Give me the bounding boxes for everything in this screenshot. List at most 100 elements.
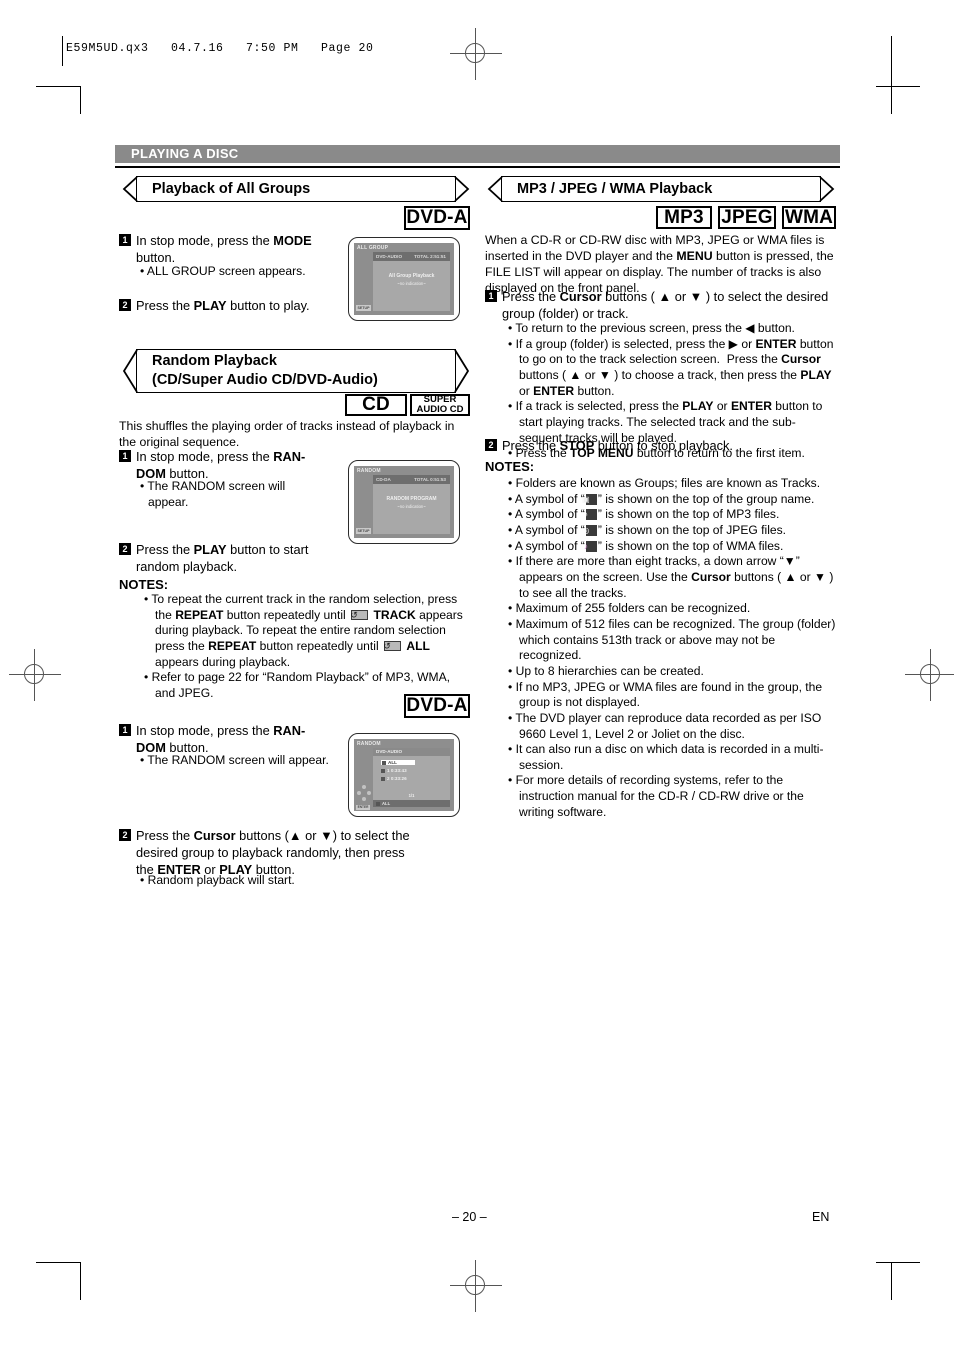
ribbon-right-cap-icon <box>454 176 470 202</box>
step-number-right-2: 2 <box>485 439 497 451</box>
osd-random-dvda-row-1: 1 0:33:43 <box>381 768 407 773</box>
step-2-text-before: Press the <box>136 297 194 313</box>
ribbon-left-cap-icon <box>122 176 138 202</box>
step-2-bold: PLAY <box>193 297 227 313</box>
dvda-step-2-bullet: • Random playback will start. <box>140 873 295 887</box>
osd-all-group-infobar: DVD-AUDIO TOTAL 2:51:51 <box>373 252 450 261</box>
badge-dvd-audio-bottom: DVD-A <box>404 694 470 718</box>
osd-random-dvda-page-indicator: 1/1 <box>408 793 415 798</box>
step-number-dvda-1: 1 <box>119 724 131 736</box>
osd-all-group-total-time: TOTAL 2:51:51 <box>414 254 446 259</box>
random-intro-paragraph: This shuffles the playing order of track… <box>119 419 455 450</box>
right-note-item-6: • If there are more than eight tracks, a… <box>508 554 834 600</box>
random-step-2-bold: PLAY <box>193 541 227 557</box>
osd-random-dvda-enter-chip: ENTER <box>356 805 370 810</box>
group-icon <box>376 802 380 806</box>
right-note-item-10: • If no MP3, JPEG or WMA files are found… <box>508 679 823 710</box>
step-1-mp3-playback: 1 Press the Cursor buttons ( ▲ or ▼ ) to… <box>485 288 835 323</box>
language-code: EN <box>812 1210 830 1224</box>
step-2-mp3-playback: 2 Press the STOP button to stop playback… <box>485 437 835 455</box>
left-notes-heading: NOTES: <box>119 577 169 592</box>
step-number-random-1: 1 <box>119 450 131 462</box>
badge-wma: WMA <box>782 206 836 229</box>
section-banner-title: PLAYING A DISC <box>131 146 239 161</box>
step-2-random-cd: 2 Press the PLAY button to start random p… <box>119 541 344 576</box>
heading-1-text: Playback of All Groups <box>152 180 311 197</box>
right-step-2-a: Press the <box>502 437 560 453</box>
dvda-step-1-before: In stop mode, press the <box>136 722 274 738</box>
badge-mp3: MP3 <box>656 206 712 229</box>
osd-all-group-disc-type: DVD-AUDIO <box>376 254 403 259</box>
right-note-item-13: • For more details of recording systems,… <box>508 773 804 819</box>
step-number-2: 2 <box>119 299 131 311</box>
left-note-item-1: • To repeat the current track in the ran… <box>144 592 471 670</box>
step-number-right-1: 1 <box>485 290 497 302</box>
heading-2-line-1: Random Playback <box>152 353 277 370</box>
ribbon-right-cap-icon-2 <box>454 349 470 393</box>
badge-jpeg: JPEG <box>718 206 776 229</box>
right-step-2-c: button to stop playback. <box>594 437 733 453</box>
osd-screenshot-random-cd: RANDOM CD-DA TOTAL 0:51:53 RANDOM PROGRA… <box>348 460 460 544</box>
right-note-item-1: • Folders are known as Groups; files are… <box>508 476 821 490</box>
right-notes-list: • Folders are known as Groups; files are… <box>508 476 838 820</box>
group-icon <box>381 769 385 773</box>
osd-random-cd-center-line1: RANDOM PROGRAM <box>386 496 437 503</box>
wma-icon: ♪ <box>584 540 597 552</box>
step-1-text-before: In stop mode, press the <box>136 232 274 248</box>
step-2-random-dvda: 2 Press the Cursor buttons (▲ or ▼) to s… <box>119 827 469 879</box>
osd-random-cd-center-line2: ~no indication~ <box>397 503 426 509</box>
section-banner-rule <box>115 166 840 168</box>
random-step-1-before: In stop mode, press the <box>136 448 274 464</box>
right-note-item-9: • Up to 8 hierarchies can be created. <box>508 663 704 678</box>
step-1-bold: MODE <box>273 232 312 248</box>
step-1-random-cd: 1 In stop mode, press the RAN- DOM button… <box>119 448 334 483</box>
osd-random-dvda-row-all: ALL <box>381 760 415 765</box>
osd-random-cd-title: RANDOM <box>357 468 381 474</box>
right-step-1-a: Press the <box>502 288 560 304</box>
osd-random-cd-total-time: TOTAL 0:51:53 <box>414 477 446 482</box>
step-2-all-groups: 2 Press the PLAY button to play. <box>119 297 349 315</box>
right-note-item-3: • A symbol of “♪” is shown on the top of… <box>508 507 780 522</box>
group-icon <box>381 777 385 781</box>
right-step-2-b: STOP <box>559 437 595 453</box>
right-note-item-5: • A symbol of “♪” is shown on the top of… <box>508 538 784 553</box>
dvda-step-1-bold: RAN- <box>273 722 306 738</box>
repeat-icon <box>384 640 401 652</box>
ribbon-left-cap-icon-3 <box>487 176 503 202</box>
right-note-item-8: • Maximum of 512 files can be recognized… <box>508 616 836 663</box>
dvda-step-2-line1-b: Cursor <box>193 827 236 843</box>
heading-2-line-2: (CD/Super Audio CD/DVD-Audio) <box>152 372 378 388</box>
right-intro-b: MENU <box>676 249 713 264</box>
badge-super-audio-cd: SUPER AUDIO CD <box>410 394 470 416</box>
manual-page: PLAYING A DISC Playback of All Groups DV… <box>0 0 954 1351</box>
mp3-icon: ♪ <box>584 509 597 521</box>
osd-random-dvda-footbar: ALL <box>373 800 450 807</box>
osd-random-dvda-list-header: DVD-AUDIO <box>373 748 450 756</box>
left-notes-list: • To repeat the current track in the ran… <box>144 592 471 702</box>
badge-dvd-audio-top: DVD-A <box>404 206 470 230</box>
folder-icon: ▣ <box>582 493 597 505</box>
ribbon-right-cap-icon-3 <box>819 176 835 202</box>
osd-all-group-center-line1: All Group Playback <box>388 273 435 280</box>
right-intro-paragraph: When a CD-R or CD-RW disc with MP3, JPEG… <box>485 232 837 296</box>
random-step-2-before: Press the <box>136 541 194 557</box>
ribbon-left-cap-icon-2 <box>122 349 138 393</box>
random-step-2-line2: random playback. <box>136 558 238 574</box>
random-step-1-bullet-line1: • The RANDOM screen will <box>140 479 286 493</box>
step-1-text-after: button. <box>136 249 176 265</box>
right-notes-heading: NOTES: <box>485 459 535 474</box>
right-note-item-2: • A symbol of “▣” is shown on the top of… <box>508 491 815 506</box>
random-step-1-bullet: • The RANDOM screen will appear. <box>140 479 330 510</box>
dvda-step-1-bullet: • The RANDOM screen will appear. <box>140 753 329 767</box>
step-2-text-after: button to play. <box>226 297 310 313</box>
osd-all-group-title: ALL GROUP <box>357 245 389 251</box>
osd-random-cd-disc-type: CD-DA <box>376 477 391 482</box>
right-step-1-bullet-2: • If a group (folder) is selected, press… <box>508 336 834 398</box>
badge-cd: CD <box>345 394 407 416</box>
osd-all-group-setup-chip: SETUP <box>356 305 371 311</box>
random-step-2-after: button to start <box>226 541 309 557</box>
section-banner: PLAYING A DISC <box>115 145 840 163</box>
cursor-pad-icon <box>357 785 371 801</box>
badge-sacd-line2: AUDIO CD <box>416 404 464 415</box>
right-note-item-4: • A symbol of “◎” is shown on the top of… <box>508 522 787 537</box>
